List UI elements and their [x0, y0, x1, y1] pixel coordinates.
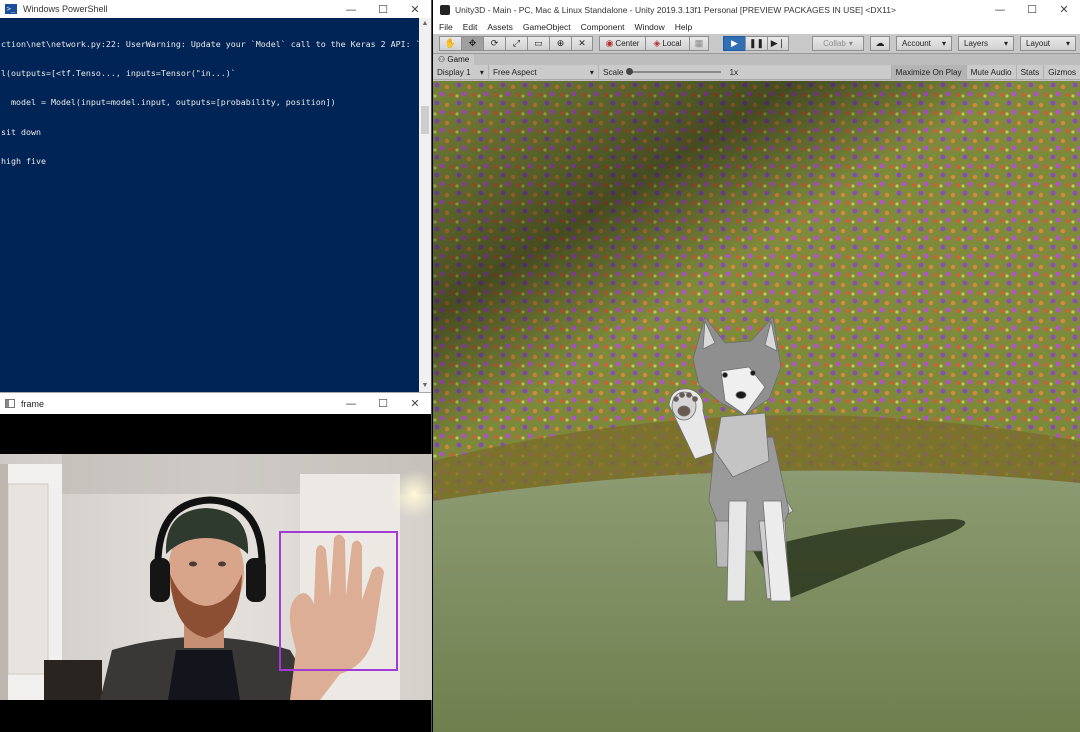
maximize-icon[interactable]: ☐: [367, 393, 399, 414]
powershell-window: >_ Windows PowerShell — ☐ ✕ ction\net\ne…: [0, 0, 432, 392]
powershell-titlebar[interactable]: >_ Windows PowerShell — ☐ ✕: [0, 0, 431, 18]
game-tab-icon: ⚇: [438, 55, 448, 64]
unity-window: Unity3D - Main - PC, Mac & Linux Standal…: [433, 0, 1080, 732]
play-controls: ▶ ❚❚ ▶❘: [723, 36, 789, 51]
menu-window[interactable]: Window: [635, 22, 665, 32]
maximize-on-play-toggle[interactable]: Maximize On Play: [890, 64, 967, 80]
console-output[interactable]: ction\net\network.py:22: UserWarning: Up…: [0, 18, 419, 392]
play-icon[interactable]: ▶: [723, 36, 745, 51]
custom-tool-icon[interactable]: ✕: [571, 36, 593, 51]
chevron-down-icon: ▾: [1003, 39, 1008, 48]
console-line: l(outputs=[<tf.Tenso..., inputs=Tensor("…: [1, 67, 236, 78]
webcam-feed: [0, 454, 432, 700]
chevron-down-icon: ▾: [479, 67, 484, 77]
layout-dropdown[interactable]: Layout ▾: [1020, 36, 1076, 51]
display-dropdown[interactable]: Display 1 ▾: [433, 64, 489, 80]
unity-toolbar: ✋ ✥ ⟳ ⤢ ▭ ⊕ ✕ ◉ Center ◈ Local ▦ ▶ ❚❚ ▶❘ C…: [433, 34, 1080, 54]
console-line: high five: [1, 156, 46, 167]
scale-tool-icon[interactable]: ⤢: [505, 36, 527, 51]
webcam-image: [0, 454, 432, 700]
console-line: sit down: [1, 126, 41, 137]
pivot-center-button[interactable]: ◉ Center: [599, 36, 645, 51]
unity-title: Unity3D - Main - PC, Mac & Linux Standal…: [455, 4, 896, 15]
maximize-icon[interactable]: ☐: [367, 0, 399, 18]
scale-label: Scale: [603, 67, 624, 77]
hand-tool-icon[interactable]: ✋: [439, 36, 461, 51]
minimize-icon[interactable]: —: [335, 393, 367, 414]
scroll-thumb[interactable]: [421, 106, 429, 134]
stats-toggle[interactable]: Stats: [1017, 64, 1045, 80]
menu-component[interactable]: Component: [581, 22, 625, 32]
menu-assets[interactable]: Assets: [487, 22, 513, 32]
collab-button[interactable]: Collab ▾: [812, 36, 864, 51]
local-icon: ◈: [653, 38, 661, 48]
scale-slider[interactable]: [626, 68, 722, 75]
pivot-local-button[interactable]: ◈ Local: [645, 36, 689, 51]
menu-bar: File Edit Assets GameObject Component Wi…: [433, 19, 1080, 34]
move-tool-icon[interactable]: ✥: [461, 36, 483, 51]
scale-slider-knob[interactable]: [626, 68, 634, 75]
pause-icon[interactable]: ❚❚: [745, 36, 767, 51]
scroll-down-icon[interactable]: ▼: [419, 380, 431, 392]
maximize-icon[interactable]: ☐: [1016, 0, 1048, 19]
account-dropdown[interactable]: Account ▾: [896, 36, 952, 51]
close-icon[interactable]: ✕: [1048, 0, 1080, 19]
unity-logo-icon: [440, 4, 450, 15]
game-render: [433, 81, 1080, 732]
powershell-icon: >_: [5, 4, 17, 14]
aspect-dropdown[interactable]: Free Aspect ▾: [489, 64, 599, 80]
frame-titlebar[interactable]: frame — ☐ ✕: [0, 392, 431, 414]
rotate-tool-icon[interactable]: ⟳: [483, 36, 505, 51]
menu-edit[interactable]: Edit: [463, 22, 478, 32]
minimize-icon[interactable]: —: [335, 0, 367, 18]
console-line: ction\net\network.py:22: UserWarning: Up…: [1, 38, 419, 49]
minimize-icon[interactable]: —: [984, 0, 1016, 19]
layers-dropdown[interactable]: Layers ▾: [958, 36, 1014, 51]
scroll-up-icon[interactable]: ▲: [419, 18, 431, 30]
pivot-icon: ◉: [605, 38, 614, 48]
close-icon[interactable]: ✕: [399, 393, 431, 414]
powershell-title: Windows PowerShell: [23, 4, 108, 14]
frame-title: frame: [21, 398, 45, 409]
grid-snap-icon[interactable]: ▦: [689, 36, 709, 51]
game-tabbar: ⚇ Game: [433, 54, 1080, 65]
cloud-icon[interactable]: ☁: [870, 36, 890, 51]
mute-audio-toggle[interactable]: Mute Audio: [967, 64, 1017, 80]
scale-value: 1x: [729, 67, 739, 77]
chevron-down-icon: ▾: [589, 67, 594, 77]
close-icon[interactable]: ✕: [399, 0, 431, 18]
menu-file[interactable]: File: [439, 22, 453, 32]
chevron-down-icon: ▾: [941, 39, 946, 48]
scale-control: Scale 1x: [599, 65, 742, 80]
rect-tool-icon[interactable]: ▭: [527, 36, 549, 51]
console-line: model = Model(input=model.input, outputs…: [1, 97, 336, 108]
menu-gameobject[interactable]: GameObject: [523, 22, 571, 32]
menu-help[interactable]: Help: [675, 22, 692, 32]
frame-app-icon: [5, 399, 15, 408]
step-icon[interactable]: ▶❘: [767, 36, 789, 51]
transform-tool-icon[interactable]: ⊕: [549, 36, 571, 51]
chevron-down-icon: ▾: [1065, 39, 1070, 48]
pivot-toggles: ◉ Center ◈ Local ▦: [599, 36, 709, 51]
unity-titlebar[interactable]: Unity3D - Main - PC, Mac & Linux Standal…: [433, 0, 1080, 19]
game-view[interactable]: [433, 81, 1080, 732]
gizmos-toggle[interactable]: Gizmos: [1044, 65, 1080, 80]
console-scrollbar[interactable]: ▲ ▼: [419, 18, 431, 392]
transform-tools: ✋ ✥ ⟳ ⤢ ▭ ⊕ ✕: [439, 36, 593, 51]
tab-game[interactable]: ⚇ Game: [433, 54, 475, 65]
game-view-toolbar: Display 1 ▾ Free Aspect ▾ Scale 1x Maximiz…: [433, 64, 1080, 80]
frame-window: frame — ☐ ✕: [0, 392, 432, 732]
